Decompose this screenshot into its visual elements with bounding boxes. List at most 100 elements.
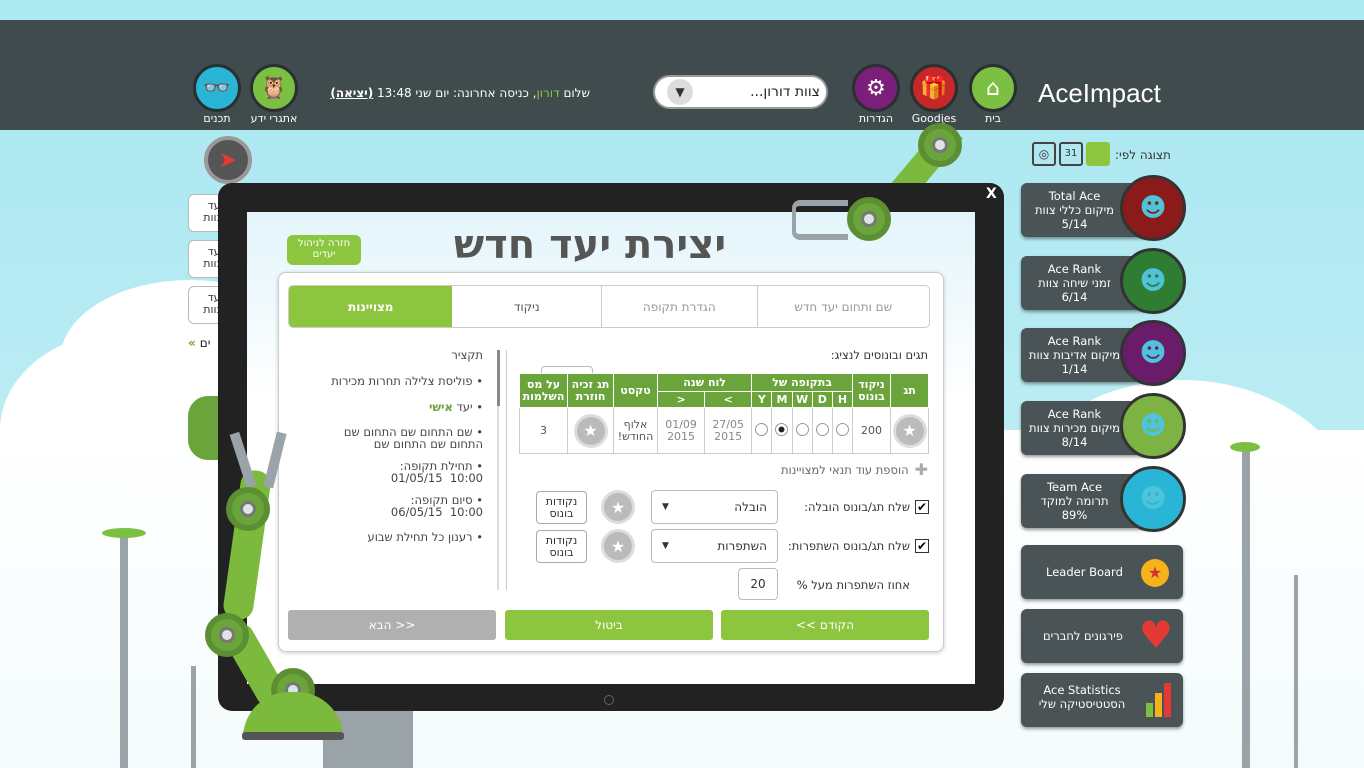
lead-bonus-checkbox[interactable]: ✔ <box>915 500 929 514</box>
summary-text: יעד <box>452 400 473 414</box>
side-card-sub: תרומה למוקד <box>1040 494 1109 508</box>
bonus-cell[interactable]: 200 <box>852 407 891 454</box>
add-condition-link[interactable]: ✚ הוספת עוד תנאי למצויינות <box>700 462 928 478</box>
nav-quizzes[interactable]: 🦉 אתגרי ידע <box>250 64 309 125</box>
divider <box>506 350 507 590</box>
month-grid-icon[interactable] <box>1086 142 1110 166</box>
nav-goodies[interactable]: 🎁 Goodies <box>910 64 969 125</box>
robot-joint <box>847 197 891 241</box>
ace-statistics-sub: הסטטיסטיקה שלי <box>1038 697 1126 711</box>
robot-badge-icon[interactable]: ☻ <box>1120 175 1186 241</box>
lead-bonus-label: שלח תג/בונוס הובלה: <box>804 500 910 514</box>
robot-badge-icon[interactable]: ☻ <box>1120 320 1186 386</box>
step-excellence[interactable]: מצויינות <box>289 286 453 327</box>
nav-content[interactable]: 👓 תכנים <box>193 64 252 125</box>
nav-settings[interactable]: ⚙ הגדרות <box>852 64 911 125</box>
star-medal-icon[interactable]: ★ <box>601 490 635 524</box>
period-y-cell[interactable] <box>751 407 773 454</box>
period-m: M <box>771 391 793 408</box>
period-d-cell[interactable] <box>811 407 833 454</box>
logout-link[interactable]: (יציאה) <box>330 86 373 100</box>
percent-input[interactable]: 20 <box>738 568 778 600</box>
lead-points-button[interactable]: נקודות בונוס <box>536 491 587 524</box>
period-h-cell[interactable] <box>831 407 854 454</box>
improve-bonus-label: שלח תג/בונוס השתפרות: <box>787 539 910 553</box>
top-strip <box>0 0 1364 20</box>
summary-item: • סיום תקופה: 10:00 06/05/15 <box>390 493 483 519</box>
owl-icon: 🦉 <box>250 64 298 112</box>
tag-cell[interactable]: ★ <box>890 407 929 454</box>
period-w-cell[interactable] <box>791 407 813 454</box>
side-card-title: Ace Rank <box>1047 262 1102 276</box>
gear-icon: ⚙ <box>852 64 900 112</box>
pole <box>191 666 196 768</box>
kudos-button[interactable]: פירגונים לחברים ♥ <box>1021 609 1183 663</box>
radio-d[interactable] <box>815 422 829 436</box>
robot-badge-icon[interactable]: ☻ <box>1120 466 1186 532</box>
radio-y[interactable] <box>755 422 769 436</box>
greeting: שלום דורון, כניסה אחרונה: יום שני 13:48 … <box>300 86 590 100</box>
pole-top <box>102 528 146 538</box>
step-name[interactable]: שם ותחום יעד חדש <box>758 286 929 327</box>
cal-from-cell[interactable]: 27/05 2015 <box>704 407 753 454</box>
pole <box>1242 448 1250 768</box>
leader-board-button[interactable]: Leader Board ★ <box>1021 545 1183 599</box>
repeat-tag-cell[interactable]: ★ <box>567 407 614 454</box>
greeting-prefix: שלום <box>559 86 590 100</box>
summary-text: סיום תקופה: 10:00 06/05/15 <box>390 493 483 519</box>
calendar-31-icon[interactable]: 31 <box>1059 142 1083 166</box>
summary-scrollbar[interactable] <box>497 350 500 590</box>
nav-settings-label: הגדרות <box>858 112 894 125</box>
lead-select[interactable]: הובלה ▼ <box>651 490 778 524</box>
robot-base-plate <box>242 732 344 740</box>
cancel-button[interactable]: ביטול <box>505 610 713 640</box>
col-tag: תג <box>890 373 929 408</box>
period-m-cell[interactable] <box>771 407 793 454</box>
period-d: D <box>811 391 833 408</box>
step-scoring[interactable]: ניקוד <box>452 286 603 327</box>
power-icon <box>604 695 614 705</box>
robot-badge-icon[interactable]: ☻ <box>1120 393 1186 459</box>
3d-glasses-icon: 👓 <box>193 64 241 112</box>
cal-prev[interactable]: < <box>656 391 706 408</box>
robot-claw <box>792 200 848 240</box>
radio-m[interactable] <box>775 422 789 436</box>
nav-home[interactable]: ⌂ בית <box>969 64 1028 125</box>
robot-joint <box>226 487 270 531</box>
last-login: , כניסה אחרונה: יום שני 13:48 <box>373 86 537 100</box>
col-completions: על מס השלמות <box>519 373 568 408</box>
text-cell[interactable]: אלוף החודש! <box>613 407 658 454</box>
user-name: דורון <box>536 86 560 100</box>
ace-statistics-button[interactable]: Ace Statistics הסטטיסטיקה שלי <box>1021 673 1183 727</box>
home-icon: ⌂ <box>969 64 1017 112</box>
completions-cell[interactable]: 3 <box>519 407 568 454</box>
kudos-label: פירגונים לחברים <box>1043 629 1123 643</box>
app-logo[interactable]: AceImpact <box>1038 78 1161 109</box>
radio-h[interactable] <box>835 422 849 436</box>
summary-item: • שם התחום שם התחום שם התחום שם התחום שם <box>343 425 483 451</box>
period-w: W <box>791 391 813 408</box>
col-calendar: לוח שנה <box>656 373 753 392</box>
prev-button[interactable]: << הקודם <box>721 610 929 640</box>
improve-points-button[interactable]: נקודות בונוס <box>536 530 587 563</box>
back-to-goals-button[interactable]: חזרה לניהול יעדים <box>287 235 361 265</box>
col-repeat-tag: תג זכיה חוזרת <box>567 373 614 408</box>
cal-next[interactable]: > <box>704 391 753 408</box>
cal-to-cell[interactable]: 01/09 2015 <box>656 407 706 454</box>
close-button[interactable]: X <box>986 186 997 202</box>
radio-w[interactable] <box>795 422 809 436</box>
next-button[interactable]: הבא >> <box>288 610 496 640</box>
leader-board-label: Leader Board <box>1046 565 1123 579</box>
compass-icon[interactable]: ➤ <box>204 136 252 184</box>
robot-badge-icon[interactable]: ☻ <box>1120 248 1186 314</box>
side-card-title: Total Ace <box>1048 189 1101 203</box>
target-calendar-icon[interactable]: ◎ <box>1032 142 1056 166</box>
summary-item: • יעד אישי <box>428 400 483 414</box>
col-period: בתקופה של <box>751 373 853 392</box>
star-medal-icon[interactable]: ★ <box>601 529 635 563</box>
improve-bonus-checkbox[interactable]: ✔ <box>915 539 929 553</box>
improve-select[interactable]: השתפרות ▼ <box>651 529 778 563</box>
step-period[interactable]: הגדרת תקופה <box>602 286 758 327</box>
team-select[interactable]: צוות דורון... ▼ <box>653 75 828 109</box>
left-more[interactable]: «ים <box>188 336 210 350</box>
